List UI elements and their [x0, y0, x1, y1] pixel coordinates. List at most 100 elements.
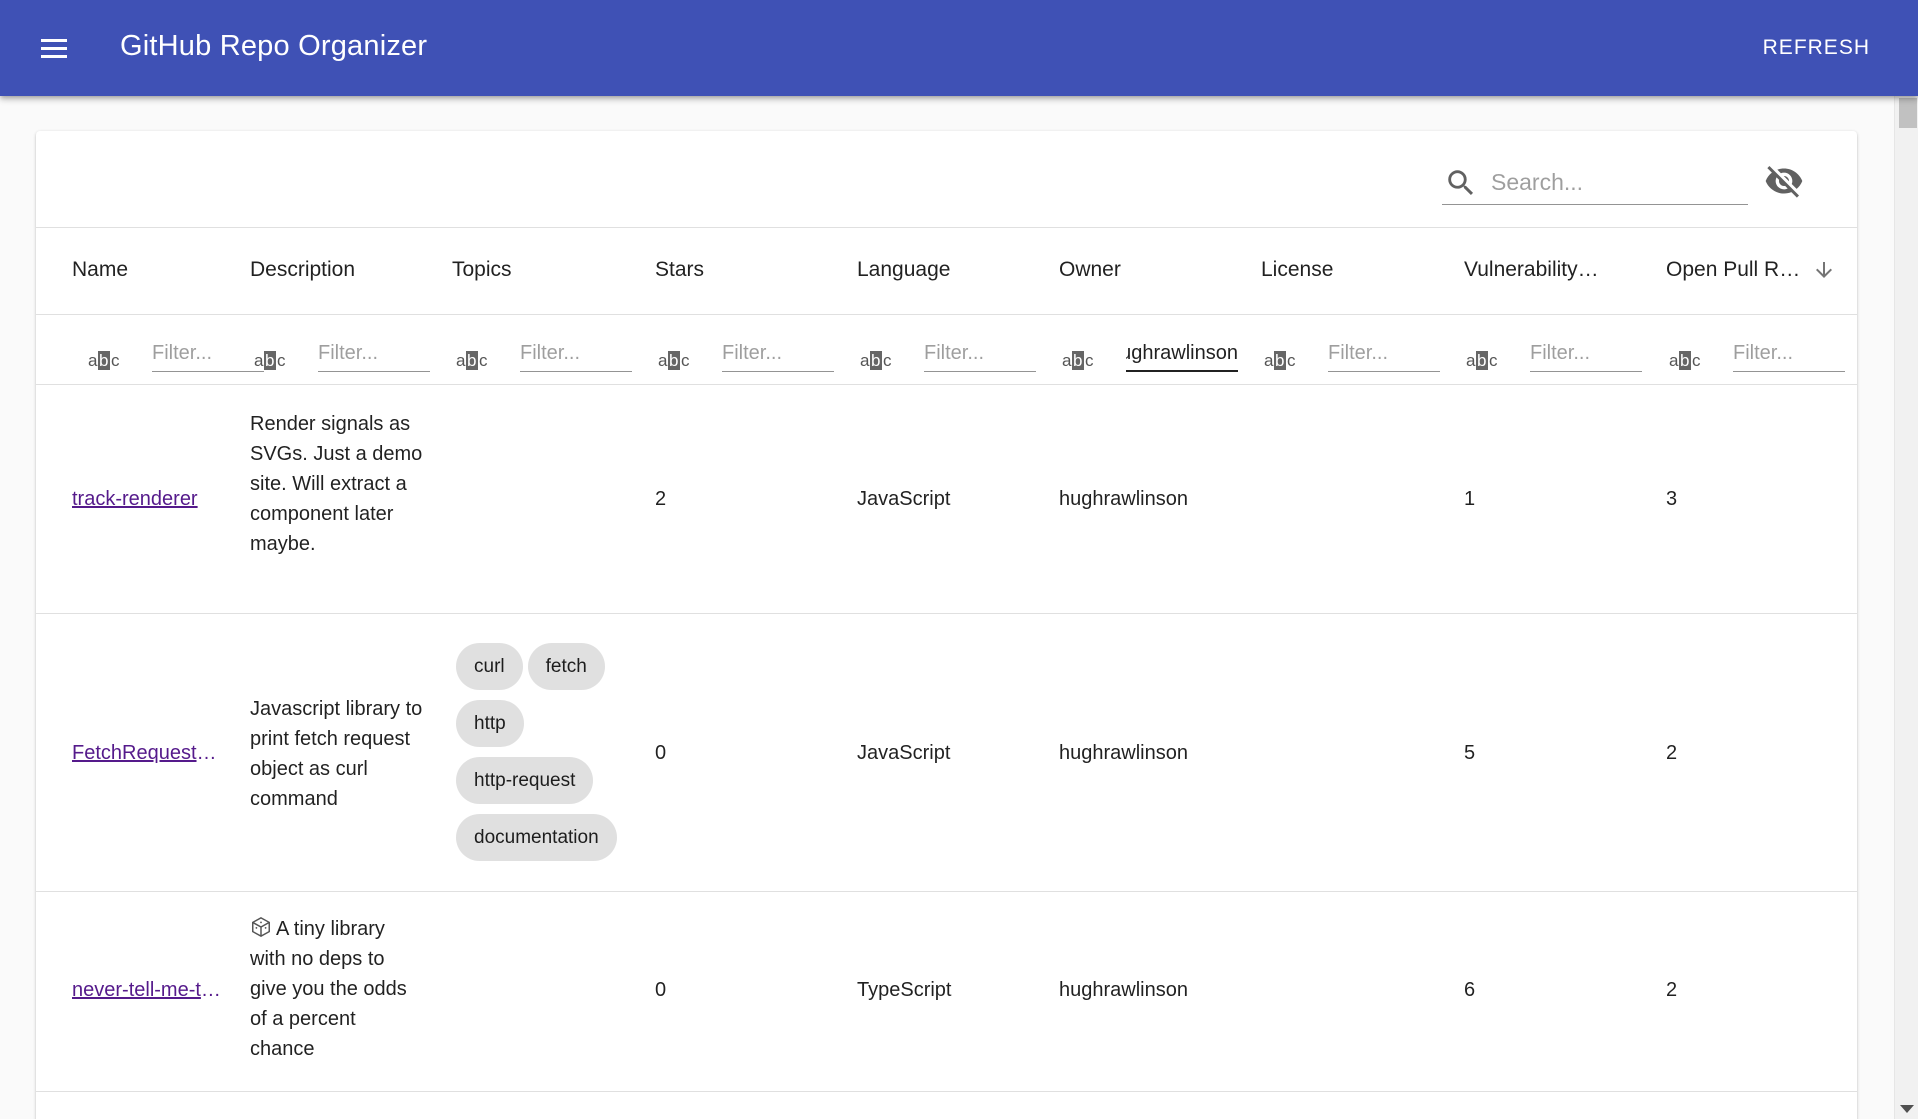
repo-stars: 0: [655, 742, 667, 764]
repo-owner: hughrawlinson: [1059, 488, 1188, 510]
cube-icon: [252, 916, 270, 938]
column-header-name[interactable]: Name: [72, 258, 232, 282]
svg-text:a: a: [860, 351, 870, 370]
table-row: FetchRequestToCurl Javascript library to…: [36, 614, 1857, 892]
filter-cell-vulnerabilities: abc: [1466, 330, 1646, 372]
search-input[interactable]: [1491, 169, 1741, 196]
filter-input-topics[interactable]: [520, 336, 632, 372]
column-header-vulnerabilities[interactable]: Vulnerability…: [1464, 258, 1644, 282]
repo-name-link[interactable]: FetchRequestToCurl: [72, 738, 224, 768]
filter-cell-name: abc: [88, 330, 268, 372]
repo-language: JavaScript: [857, 488, 951, 510]
column-header-owner[interactable]: Owner: [1059, 258, 1239, 282]
abc-icon[interactable]: abc: [1062, 349, 1096, 371]
repo-language: JavaScript: [857, 742, 951, 764]
app-title: GitHub Repo Organizer: [120, 30, 428, 62]
svg-text:a: a: [456, 351, 466, 370]
filter-input-vulnerabilities[interactable]: [1530, 336, 1642, 372]
repo-topics: curl fetchhttp http-request documentation: [456, 643, 636, 871]
filter-input-license[interactable]: [1328, 336, 1440, 372]
filter-input-owner[interactable]: [1126, 336, 1238, 372]
abc-icon[interactable]: abc: [1264, 349, 1298, 371]
filter-input-name[interactable]: [152, 336, 264, 372]
column-header-open-pull-requests[interactable]: Open Pull R…: [1666, 258, 1806, 282]
svg-text:a: a: [1669, 351, 1679, 370]
repo-table-card: Name Description Topics Stars Language O…: [36, 131, 1857, 1119]
column-header-stars[interactable]: Stars: [655, 258, 835, 282]
page-scrollbar[interactable]: [1894, 96, 1918, 1119]
abc-icon[interactable]: abc: [658, 349, 692, 371]
svg-text:b: b: [99, 351, 108, 370]
filter-cell-description: abc: [254, 330, 434, 372]
filter-row: abc abc abc abc abc abc abc abc: [36, 315, 1857, 385]
arrow-downward-icon[interactable]: [1812, 258, 1836, 282]
repo-open-pull-requests: 2: [1666, 979, 1678, 1001]
search-icon: [1448, 169, 1474, 195]
svg-text:c: c: [1287, 351, 1296, 370]
table-row: never-tell-me-the-odds A tiny library wi…: [36, 892, 1857, 1092]
filter-cell-owner: abc: [1062, 330, 1242, 372]
search-field: [1442, 161, 1748, 205]
repo-description: A tiny library with no deps to give you …: [250, 918, 407, 1060]
table-row: track-renderer Render signals as SVGs. J…: [36, 385, 1857, 614]
topic-chip[interactable]: documentation: [456, 814, 617, 861]
svg-text:a: a: [1264, 351, 1274, 370]
repo-name-link[interactable]: never-tell-me-the-odds: [72, 975, 224, 1005]
svg-text:b: b: [265, 351, 274, 370]
filter-input-open-pull-requests[interactable]: [1733, 336, 1845, 372]
table-header-row: Name Description Topics Stars Language O…: [36, 228, 1857, 315]
column-header-topics[interactable]: Topics: [452, 258, 632, 282]
svg-text:b: b: [669, 351, 678, 370]
repo-description: Render signals as SVGs. Just a demo site…: [250, 413, 423, 555]
menu-icon[interactable]: [30, 24, 78, 72]
svg-text:c: c: [883, 351, 892, 370]
filter-input-description[interactable]: [318, 336, 430, 372]
abc-icon[interactable]: abc: [1669, 349, 1703, 371]
svg-text:a: a: [254, 351, 264, 370]
repo-vulnerabilities: 6: [1464, 979, 1476, 1001]
repo-name-link[interactable]: track-renderer: [72, 484, 224, 514]
filter-input-language[interactable]: [924, 336, 1036, 372]
filter-cell-stars: abc: [658, 330, 838, 372]
repo-vulnerabilities: 1: [1464, 488, 1476, 510]
abc-icon[interactable]: abc: [1466, 349, 1500, 371]
repo-owner: hughrawlinson: [1059, 742, 1188, 764]
svg-text:a: a: [1466, 351, 1476, 370]
svg-text:a: a: [88, 351, 98, 370]
svg-text:c: c: [1085, 351, 1094, 370]
scrollbar-thumb[interactable]: [1899, 98, 1917, 128]
filter-input-stars[interactable]: [722, 336, 834, 372]
abc-icon[interactable]: abc: [860, 349, 894, 371]
repo-owner: hughrawlinson: [1059, 979, 1188, 1001]
abc-icon[interactable]: abc: [456, 349, 490, 371]
svg-text:c: c: [1489, 351, 1498, 370]
svg-text:c: c: [277, 351, 286, 370]
column-header-license[interactable]: License: [1261, 258, 1441, 282]
topic-chip[interactable]: fetch: [527, 643, 605, 690]
repo-vulnerabilities: 5: [1464, 742, 1476, 764]
topic-chip[interactable]: http-request: [456, 757, 594, 804]
table-toolbar: [36, 131, 1857, 228]
svg-text:c: c: [479, 351, 488, 370]
repo-stars: 0: [655, 979, 667, 1001]
repo-stars: 2: [655, 488, 667, 510]
column-header-description[interactable]: Description: [250, 258, 430, 282]
svg-text:b: b: [1275, 351, 1284, 370]
visibility-off-icon[interactable]: [1764, 161, 1804, 201]
repo-open-pull-requests: 2: [1666, 742, 1678, 764]
svg-text:a: a: [1062, 351, 1072, 370]
svg-text:b: b: [1477, 351, 1486, 370]
svg-text:b: b: [1073, 351, 1082, 370]
column-header-language[interactable]: Language: [857, 258, 1037, 282]
topic-chip[interactable]: curl: [456, 643, 523, 690]
repo-language: TypeScript: [857, 979, 952, 1001]
abc-icon[interactable]: abc: [88, 349, 122, 371]
filter-cell-language: abc: [860, 330, 1040, 372]
scroll-down-arrow-icon[interactable]: [1900, 1105, 1914, 1113]
topic-chip[interactable]: http: [456, 700, 524, 747]
svg-text:b: b: [871, 351, 880, 370]
abc-icon[interactable]: abc: [254, 349, 288, 371]
svg-text:a: a: [658, 351, 668, 370]
refresh-button[interactable]: REFRESH: [1745, 28, 1888, 68]
svg-text:c: c: [111, 351, 120, 370]
